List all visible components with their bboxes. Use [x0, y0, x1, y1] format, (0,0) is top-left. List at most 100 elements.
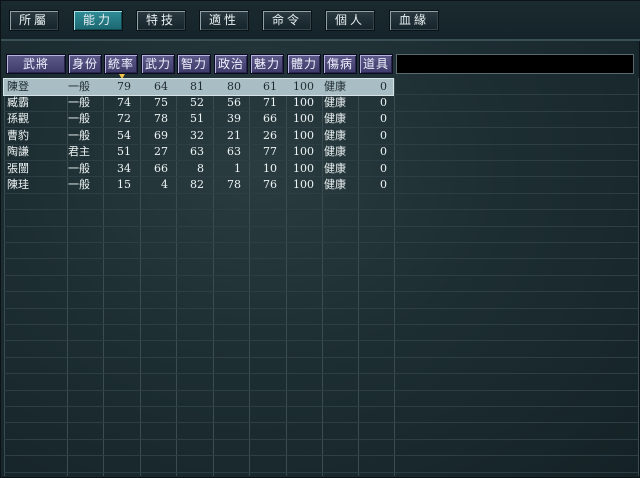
charm-value: 71: [263, 95, 277, 109]
column-header-politics[interactable]: 政治: [214, 54, 248, 74]
leadership-value: 74: [117, 95, 131, 109]
intelligence-value: 8: [197, 161, 204, 175]
item-count: 0: [380, 95, 387, 109]
tab-aptitude[interactable]: 適性: [199, 10, 249, 31]
table-row[interactable]: 曹豹 一般 54 69 32 21 26 100 健康 0: [4, 128, 393, 144]
grid-hline: [4, 373, 638, 375]
column-header-status[interactable]: 身份: [68, 54, 102, 74]
officer-name: 陳登: [7, 79, 29, 93]
officer-name: 陶謙: [7, 145, 29, 159]
item-count: 0: [380, 161, 387, 175]
charm-value: 77: [263, 145, 277, 159]
officer-status: 一般: [68, 79, 90, 93]
officer-name: 曹豹: [7, 128, 29, 142]
table-row[interactable]: 臧霸 一般 74 75 52 56 71 100 健康 0: [4, 95, 393, 111]
officer-name: 陳珪: [7, 177, 29, 191]
tab-command[interactable]: 命令: [262, 10, 312, 31]
health-value: 健康: [324, 128, 346, 142]
officer-status: 君主: [68, 145, 90, 159]
grid-hline: [4, 258, 638, 260]
grid-hline: [4, 242, 638, 243]
grid-hline: [4, 438, 638, 440]
tab-affiliation[interactable]: 所屬: [9, 10, 59, 31]
grid-vline: [638, 78, 639, 476]
officer-status: 一般: [68, 95, 90, 109]
leadership-value: 34: [117, 161, 131, 175]
officer-name: 孫觀: [7, 112, 29, 126]
officer-table: 陳登 一般 79 64 81 80 61 100 健康 0 臧霸 一般 74 75 52 56 71 100 健康 0…: [1, 77, 640, 478]
officer-ability-screen: 所屬 能力 特技 適性 命令 個人 血緣 武將 身份 統率 武力 智力 政治 魅…: [0, 0, 640, 478]
charm-value: 26: [263, 128, 277, 142]
politics-value: 78: [227, 177, 241, 191]
item-count: 0: [380, 145, 387, 159]
grid-hline: [4, 356, 638, 358]
charm-value: 10: [263, 161, 277, 175]
grid-hline: [4, 291, 638, 293]
table-row[interactable]: 孫觀 一般 72 78 51 39 66 100 健康 0: [4, 111, 393, 127]
leadership-value: 79: [117, 79, 131, 93]
leadership-value: 51: [117, 145, 131, 159]
war-value: 75: [154, 95, 168, 109]
tab-lineage[interactable]: 血緣: [389, 10, 439, 31]
grid-hline: [4, 389, 638, 391]
table-header: 武將 身份 統率 武力 智力 政治 魅力 體力 傷病 道具: [6, 54, 636, 79]
item-count: 0: [380, 177, 387, 191]
health-value: 健康: [324, 145, 346, 159]
stamina-value: 100: [293, 112, 314, 126]
tab-skills[interactable]: 特技: [136, 10, 186, 31]
grid-hline: [4, 192, 638, 194]
leadership-value: 54: [117, 128, 131, 142]
health-value: 健康: [324, 161, 346, 175]
intelligence-value: 32: [190, 128, 204, 142]
politics-value: 63: [227, 145, 241, 159]
health-value: 健康: [324, 95, 346, 109]
tab-ability[interactable]: 能力: [73, 10, 123, 31]
war-value: 69: [154, 128, 168, 142]
officer-status: 一般: [68, 112, 90, 126]
politics-value: 21: [227, 128, 241, 142]
leadership-value: 15: [117, 177, 131, 191]
column-header-stamina[interactable]: 體力: [287, 54, 321, 74]
war-value: 27: [154, 145, 168, 159]
column-header-intelligence[interactable]: 智力: [177, 54, 211, 74]
grid-hline: [4, 455, 638, 457]
column-header-leadership[interactable]: 統率: [104, 54, 138, 74]
stamina-value: 100: [293, 128, 314, 142]
war-value: 64: [154, 79, 168, 93]
stamina-value: 100: [293, 177, 314, 191]
column-header-injury[interactable]: 傷病: [323, 54, 357, 74]
table-row[interactable]: 陳珪 一般 15 4 82 78 76 100 健康 0: [4, 177, 393, 193]
column-header-war[interactable]: 武力: [141, 54, 175, 74]
politics-value: 80: [227, 79, 241, 93]
table-row[interactable]: 陳登 一般 79 64 81 80 61 100 健康 0: [3, 77, 394, 96]
intelligence-value: 52: [190, 95, 204, 109]
column-header-item[interactable]: 道具: [359, 54, 393, 74]
stamina-value: 100: [293, 161, 314, 175]
stamina-value: 100: [293, 79, 314, 93]
grid-hline: [4, 274, 638, 276]
officer-status: 一般: [68, 128, 90, 142]
officer-status: 一般: [68, 177, 90, 191]
grid-hline: [4, 225, 638, 227]
column-header-charm[interactable]: 魅力: [250, 54, 284, 74]
tab-personal[interactable]: 個人: [325, 10, 375, 31]
column-header-officer[interactable]: 武將: [6, 54, 66, 74]
header-blank-area: [396, 54, 634, 74]
table-row[interactable]: 張闓 一般 34 66 8 1 10 100 健康 0: [4, 161, 393, 177]
stamina-value: 100: [293, 95, 314, 109]
tab-bar: 所屬 能力 特技 適性 命令 個人 血緣: [1, 1, 640, 41]
intelligence-value: 51: [190, 112, 204, 126]
politics-value: 39: [227, 112, 241, 126]
intelligence-value: 63: [190, 145, 204, 159]
stamina-value: 100: [293, 145, 314, 159]
war-value: 4: [161, 177, 168, 191]
intelligence-value: 82: [190, 177, 204, 191]
table-row[interactable]: 陶謙 君主 51 27 63 63 77 100 健康 0: [4, 144, 393, 160]
grid-hline: [4, 324, 638, 325]
grid-hline: [4, 340, 638, 342]
item-count: 0: [380, 128, 387, 142]
officer-name: 張闓: [7, 161, 29, 175]
charm-value: 66: [263, 112, 277, 126]
item-count: 0: [380, 112, 387, 126]
war-value: 66: [154, 161, 168, 175]
